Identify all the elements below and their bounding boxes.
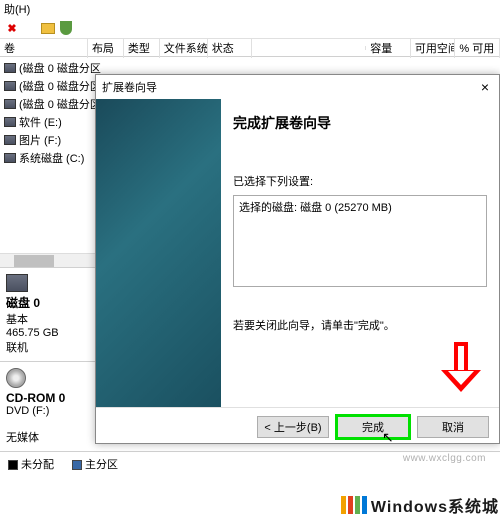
legend-primary: 主分区 (72, 456, 118, 472)
col-capacity[interactable]: 容量 (366, 38, 411, 58)
col-layout[interactable]: 布局 (88, 38, 124, 58)
wizard-selected-label: 已选择下列设置: (233, 173, 487, 189)
brand-text: Windows系统城 (371, 493, 499, 517)
wizard-titlebar[interactable]: 扩展卷向导 × (96, 75, 499, 99)
finish-button[interactable]: 完成↖ (337, 416, 409, 438)
volume-name: 系统磁盘 (C:) (19, 150, 84, 166)
legend-unallocated: 未分配 (8, 456, 54, 472)
close-icon[interactable]: × (477, 79, 493, 95)
separator (22, 20, 38, 36)
wizard-title-text: 扩展卷向导 (102, 79, 157, 95)
table-header: 卷 布局 类型 文件系统 状态 容量 可用空间 % 可用 (0, 39, 500, 57)
wizard-side-graphic (96, 99, 221, 407)
cdrom-icon (6, 368, 26, 388)
cdrom-letter: DVD (F:) (6, 405, 49, 417)
cdrom-media: 无媒体 (6, 432, 39, 444)
col-pct[interactable]: % 可用 (455, 38, 500, 58)
watermark-text: www.wxclgg.com (403, 453, 486, 464)
col-status[interactable]: 状态 (208, 38, 253, 58)
extend-volume-wizard: 扩展卷向导 × 完成扩展卷向导 已选择下列设置: 选择的磁盘: 磁盘 0 (25… (95, 74, 500, 444)
scrollbar-thumb[interactable] (14, 255, 54, 267)
volume-name: (磁盘 0 磁盘分区 (19, 96, 101, 112)
back-button[interactable]: < 上一步(B) (257, 416, 329, 438)
disk0-type: 基本 (6, 314, 28, 326)
cancel-button[interactable]: 取消 (417, 416, 489, 438)
volume-icon (4, 63, 16, 73)
folder-icon[interactable] (40, 20, 56, 36)
toolbar: ✖ (0, 18, 500, 39)
volume-icon (4, 153, 16, 163)
disk0-name: 磁盘 0 (6, 296, 40, 310)
volume-icon (4, 81, 16, 91)
disk0-size: 465.75 GB (6, 327, 59, 339)
col-fs[interactable]: 文件系统 (160, 38, 208, 58)
col-type[interactable]: 类型 (124, 38, 160, 58)
volume-name: (磁盘 0 磁盘分区 (19, 78, 101, 94)
volume-name: 图片 (F:) (19, 132, 61, 148)
windows-logo-icon (341, 496, 367, 514)
volume-name: 软件 (E:) (19, 114, 62, 130)
shield-icon[interactable] (58, 20, 74, 36)
wizard-heading: 完成扩展卷向导 (233, 113, 487, 133)
cdrom-name: CD-ROM 0 (6, 391, 65, 405)
annotation-arrow (441, 342, 481, 400)
disk-icon (6, 274, 28, 292)
wizard-selected-disk: 选择的磁盘: 磁盘 0 (25270 MB) (239, 199, 481, 215)
col-volume[interactable]: 卷 (0, 38, 88, 58)
brand-logo: Windows系统城 (341, 493, 499, 517)
disk0-status: 联机 (6, 342, 28, 354)
wizard-finish-hint: 若要关闭此向导，请单击"完成"。 (233, 317, 487, 333)
volume-icon (4, 99, 16, 109)
menu-help[interactable]: 助(H) (4, 4, 30, 16)
delete-icon[interactable]: ✖ (4, 20, 20, 36)
col-free[interactable]: 可用空间 (411, 38, 456, 58)
volume-name: (磁盘 0 磁盘分区 (19, 60, 101, 76)
volume-icon (4, 135, 16, 145)
wizard-button-row: < 上一步(B) 完成↖ 取消 (96, 407, 499, 446)
wizard-settings-list[interactable]: 选择的磁盘: 磁盘 0 (25270 MB) (233, 195, 487, 287)
col-gap[interactable] (252, 46, 366, 50)
volume-icon (4, 117, 16, 127)
